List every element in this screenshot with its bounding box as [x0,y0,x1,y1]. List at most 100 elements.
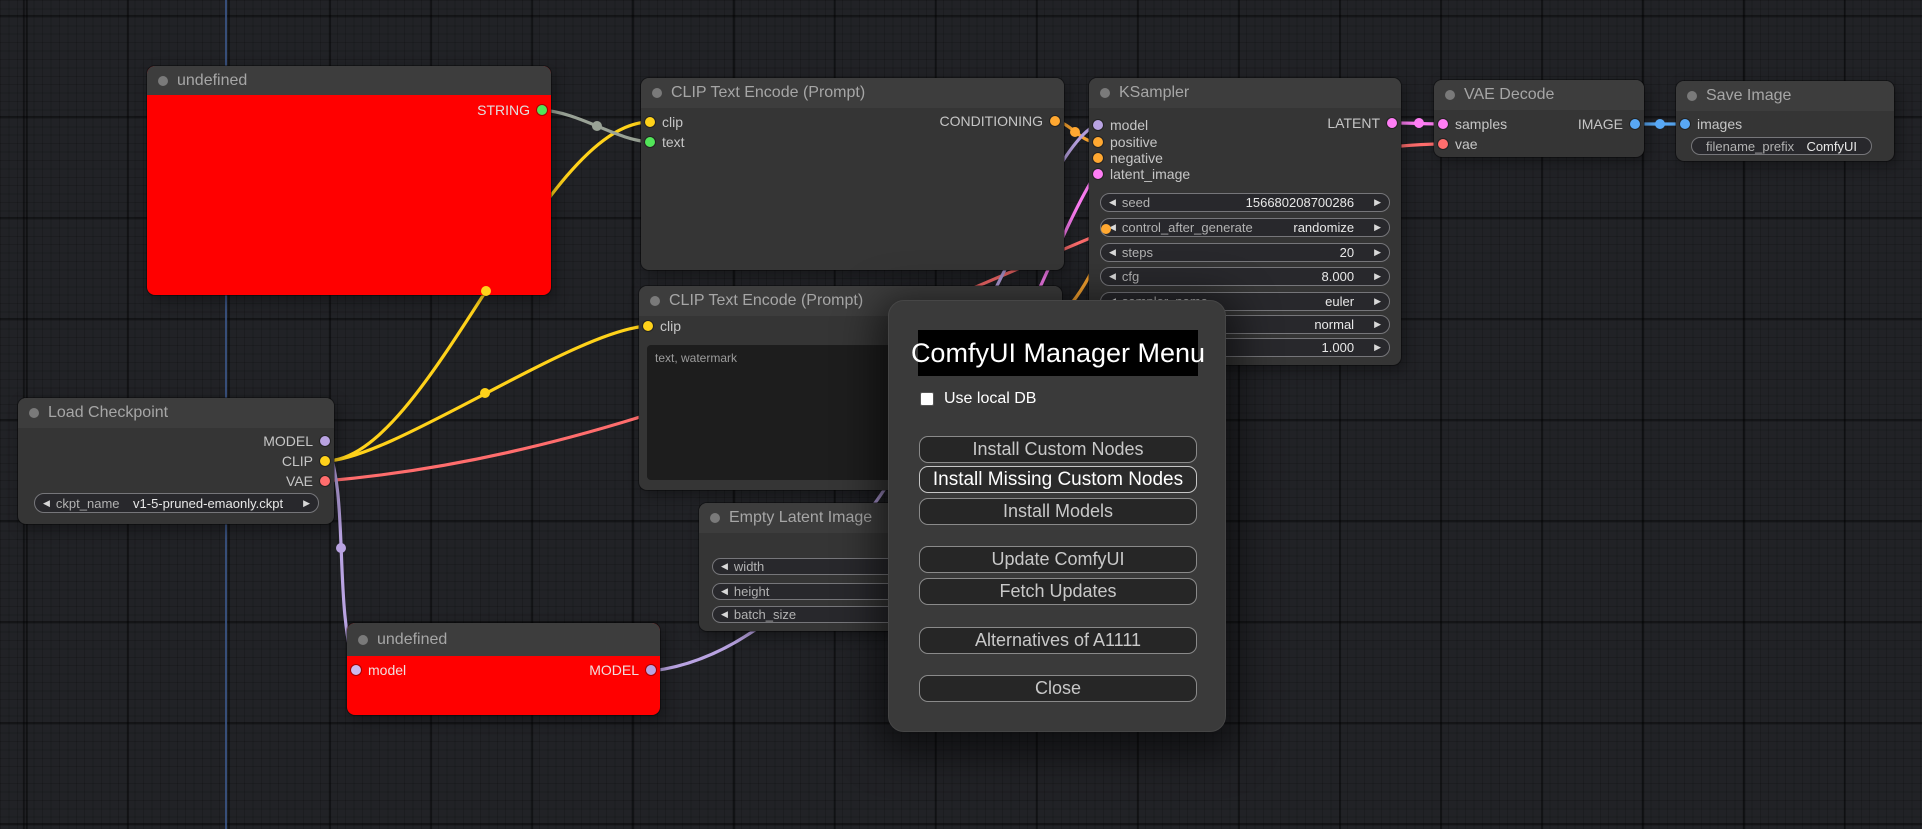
node-titlebar[interactable]: KSampler [1089,78,1401,108]
node-vae-decode[interactable]: VAE Decode samples vae IMAGE [1434,80,1644,157]
left-arrow-icon[interactable]: ◀ [721,610,728,619]
clip-port-dot[interactable] [645,117,655,127]
collapse-dot-icon[interactable] [650,296,660,306]
right-arrow-icon[interactable]: ▶ [1374,198,1381,207]
input-port-vae[interactable]: vae [1438,136,1478,152]
output-port-model[interactable]: MODEL [263,433,330,449]
update-comfyui-button[interactable]: Update ComfyUI [919,546,1197,573]
collapse-dot-icon[interactable] [1100,88,1110,98]
fetch-updates-button[interactable]: Fetch Updates [919,578,1197,605]
left-arrow-icon[interactable]: ◀ [43,498,50,508]
port-label: images [1697,116,1743,132]
port-label: STRING [477,102,530,118]
output-port-conditioning[interactable]: CONDITIONING [940,113,1060,129]
node-titlebar[interactable]: CLIP Text Encode (Prompt) [641,78,1064,108]
widget-filename-prefix[interactable]: filename_prefix ComfyUI [1691,137,1872,155]
input-port-positive[interactable]: positive [1093,134,1157,150]
input-port-clip[interactable]: clip [643,318,681,334]
collapse-dot-icon[interactable] [29,408,39,418]
collapse-dot-icon[interactable] [1687,91,1697,101]
install-models-button[interactable]: Install Models [919,498,1197,525]
clip-port-dot[interactable] [643,321,653,331]
node-save-image[interactable]: Save Image images filename_prefix ComfyU… [1676,81,1894,161]
right-arrow-icon[interactable]: ▶ [1374,320,1381,329]
input-port-text[interactable]: text [645,134,685,150]
widget-cfg[interactable]: ◀ cfg 8.000 ▶ [1100,267,1390,286]
collapse-dot-icon[interactable] [358,634,368,645]
right-arrow-icon[interactable]: ▶ [1374,248,1381,257]
node-titlebar[interactable]: Load Checkpoint [18,398,334,428]
comfyui-manager-menu-dialog: ComfyUI Manager Menu Use local DB Instal… [888,300,1226,732]
input-port-model[interactable]: model [1093,117,1148,133]
left-arrow-icon[interactable]: ◀ [721,587,728,596]
input-port-clip[interactable]: clip [645,114,683,130]
clip-port-dot[interactable] [320,456,330,466]
node-titlebar[interactable]: undefined [147,66,551,95]
left-arrow-icon[interactable]: ◀ [1109,248,1116,257]
model-port-dot[interactable] [351,665,361,675]
latent-port-dot[interactable] [1438,119,1448,129]
image-port-dot[interactable] [1680,119,1690,129]
use-local-db-row[interactable]: Use local DB [920,389,1036,409]
left-arrow-icon[interactable]: ◀ [721,562,728,571]
node-clip-text-encode-1[interactable]: CLIP Text Encode (Prompt) clip text COND… [641,78,1064,270]
close-button[interactable]: Close [919,675,1197,702]
model-port-dot[interactable] [646,665,656,675]
collapse-dot-icon[interactable] [710,513,720,523]
install-missing-custom-nodes-button[interactable]: Install Missing Custom Nodes [919,466,1197,493]
widget-ckpt-name[interactable]: ◀ ckpt_name v1-5-pruned-emaonly.ckpt ▶ [34,493,319,513]
node-undefined-bottom[interactable]: undefined model MODEL [347,623,660,715]
widget-seed[interactable]: ◀ seed 156680208700286 ▶ [1100,193,1390,212]
left-arrow-icon[interactable]: ◀ [1109,272,1116,281]
text-port-dot[interactable] [645,137,655,147]
conditioning-port-dot[interactable] [1093,153,1103,163]
collapse-dot-icon[interactable] [158,75,168,86]
output-port-model[interactable]: MODEL [589,662,656,678]
input-port-model[interactable]: model [351,662,406,678]
input-port-images[interactable]: images [1680,116,1742,132]
string-port-dot[interactable] [537,105,547,115]
output-port-image[interactable]: IMAGE [1578,116,1640,132]
output-port-clip[interactable]: CLIP [282,453,330,469]
node-titlebar[interactable]: undefined [347,623,660,656]
latent-port-dot[interactable] [1093,169,1103,179]
conditioning-port-dot[interactable] [1093,137,1103,147]
right-arrow-icon[interactable]: ▶ [1374,297,1381,306]
model-port-dot[interactable] [1093,120,1103,130]
right-arrow-icon[interactable]: ▶ [1374,223,1381,232]
model-port-dot[interactable] [320,436,330,446]
port-label: CONDITIONING [939,113,1043,129]
left-arrow-icon[interactable]: ◀ [1109,198,1116,207]
collapse-dot-icon[interactable] [652,88,662,98]
alternatives-of-a1111-button[interactable]: Alternatives of A1111 [919,627,1197,654]
left-arrow-icon[interactable]: ◀ [1109,223,1116,232]
node-title: VAE Decode [1464,86,1555,103]
widget-value: randomize [1293,220,1355,235]
vae-port-dot[interactable] [1438,139,1448,149]
widget-value: 156680208700286 [1245,195,1355,210]
install-custom-nodes-button[interactable]: Install Custom Nodes [919,436,1197,463]
output-port-string[interactable]: STRING [477,102,547,118]
conditioning-port-dot[interactable] [1050,116,1060,126]
node-load-checkpoint[interactable]: Load Checkpoint MODEL CLIP VAE ◀ ckpt_na… [18,398,334,524]
right-arrow-icon[interactable]: ▶ [303,498,310,508]
node-titlebar[interactable]: Save Image [1676,81,1894,111]
latent-port-dot[interactable] [1387,118,1397,128]
output-port-latent[interactable]: LATENT [1327,115,1397,131]
right-arrow-icon[interactable]: ▶ [1374,272,1381,281]
input-port-samples[interactable]: samples [1438,116,1507,132]
image-port-dot[interactable] [1630,119,1640,129]
right-arrow-icon[interactable]: ▶ [1374,343,1381,352]
input-port-negative[interactable]: negative [1093,150,1163,166]
use-local-db-checkbox[interactable] [920,392,934,406]
vae-port-dot[interactable] [320,476,330,486]
input-port-latent-image[interactable]: latent_image [1093,166,1190,182]
widget-control-after-generate[interactable]: ◀ control_after_generate randomize ▶ [1100,218,1390,237]
widget-label: control_after_generate [1121,220,1253,235]
node-undefined-top[interactable]: undefined STRING [147,66,551,295]
output-port-vae[interactable]: VAE [286,473,330,489]
collapse-dot-icon[interactable] [1445,90,1455,100]
node-title: Save Image [1706,87,1792,104]
node-titlebar[interactable]: VAE Decode [1434,80,1644,110]
widget-steps[interactable]: ◀ steps 20 ▶ [1100,243,1390,262]
